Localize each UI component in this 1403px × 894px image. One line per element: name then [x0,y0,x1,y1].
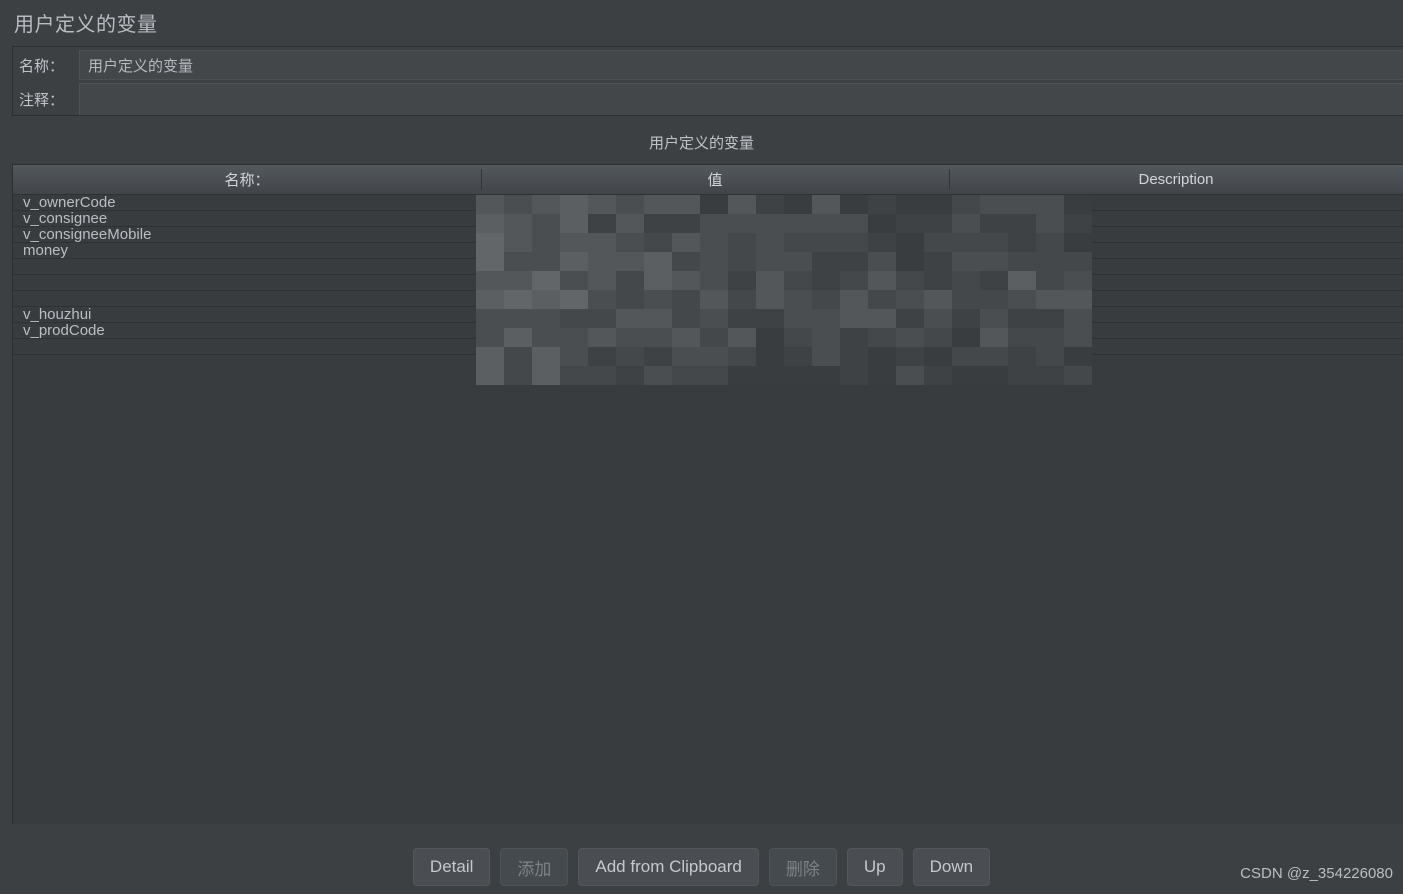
button-添加: 添加 [500,848,569,886]
table-row[interactable] [13,275,1403,291]
cell-description[interactable] [949,275,1403,290]
variables-table: 名称： 值 Description v_ownerCode v_consignee… [12,164,1403,824]
button-add-from-clipboard[interactable]: Add from Clipboard [578,848,759,886]
cell-description[interactable] [949,227,1403,242]
table-row[interactable]: v_houzhui [13,307,1403,323]
cell-name[interactable]: v_consigneeMobile [13,227,481,242]
name-label: 名称： [13,47,79,83]
table-row[interactable]: money [13,243,1403,259]
cell-name[interactable]: v_consignee [13,211,481,226]
cell-name[interactable] [13,275,481,290]
user-defined-variables-panel: 用户定义的变量 名称： 用户定义的变量 注释： 用户定义的变量 名称： 值 De… [0,0,1403,894]
cell-name[interactable]: v_ownerCode [13,195,481,210]
watermark: CSDN @z_354226080 [1240,865,1393,882]
name-row: 名称： 用户定义的变量 [13,47,1403,83]
table-row[interactable] [13,291,1403,307]
button-up[interactable]: Up [846,848,903,886]
element-header-form: 名称： 用户定义的变量 注释： [12,46,1403,116]
button-detail[interactable]: Detail [412,848,491,886]
column-header-description[interactable]: Description [949,165,1403,194]
page-title: 用户定义的变量 [14,14,158,36]
cell-value[interactable] [481,323,949,338]
table-row[interactable] [13,259,1403,275]
column-header-name[interactable]: 名称： [13,165,481,194]
table-row[interactable]: v_consigneeMobile [13,227,1403,243]
cell-value[interactable] [481,275,949,290]
table-row[interactable] [13,339,1403,355]
table-body: v_ownerCode v_consignee v_consigneeMobile m… [13,195,1403,385]
cell-description[interactable] [949,323,1403,338]
cell-name[interactable]: v_prodCode [13,323,481,338]
name-input[interactable]: 用户定义的变量 [79,50,1403,80]
table-row[interactable]: v_prodCode [13,323,1403,339]
comment-label: 注释： [13,83,79,115]
cell-name[interactable] [13,259,481,274]
comment-row: 注释： [13,83,1403,115]
cell-description[interactable] [949,211,1403,226]
cell-value[interactable] [481,227,949,242]
cell-description[interactable] [949,195,1403,210]
cell-name[interactable]: money [13,243,481,258]
table-caption: 用户定义的变量 [648,135,754,152]
cell-name[interactable]: v_houzhui [13,307,481,322]
cell-value[interactable] [481,211,949,226]
cell-description[interactable] [949,243,1403,258]
comment-input[interactable] [79,83,1403,115]
cell-value[interactable] [481,307,949,322]
cell-value[interactable] [481,291,949,306]
button-down[interactable]: Down [912,848,991,886]
cell-value[interactable] [481,259,949,274]
cell-name[interactable] [13,291,481,306]
cell-description[interactable] [949,291,1403,306]
cell-description[interactable] [949,259,1403,274]
column-header-value[interactable]: 值 [481,165,949,194]
table-row[interactable]: v_ownerCode [13,195,1403,211]
button-删除: 删除 [768,848,837,886]
action-button-bar: Detail 添加 Add from Clipboard 删除 Up Down [0,848,1403,886]
cell-value[interactable] [481,339,949,354]
cell-description[interactable] [949,307,1403,322]
cell-value[interactable] [481,243,949,258]
cell-value[interactable] [481,195,949,210]
table-header-row: 名称： 值 Description [13,165,1403,195]
cell-description[interactable] [949,339,1403,354]
table-row[interactable]: v_consignee [13,211,1403,227]
cell-name[interactable] [13,339,481,354]
